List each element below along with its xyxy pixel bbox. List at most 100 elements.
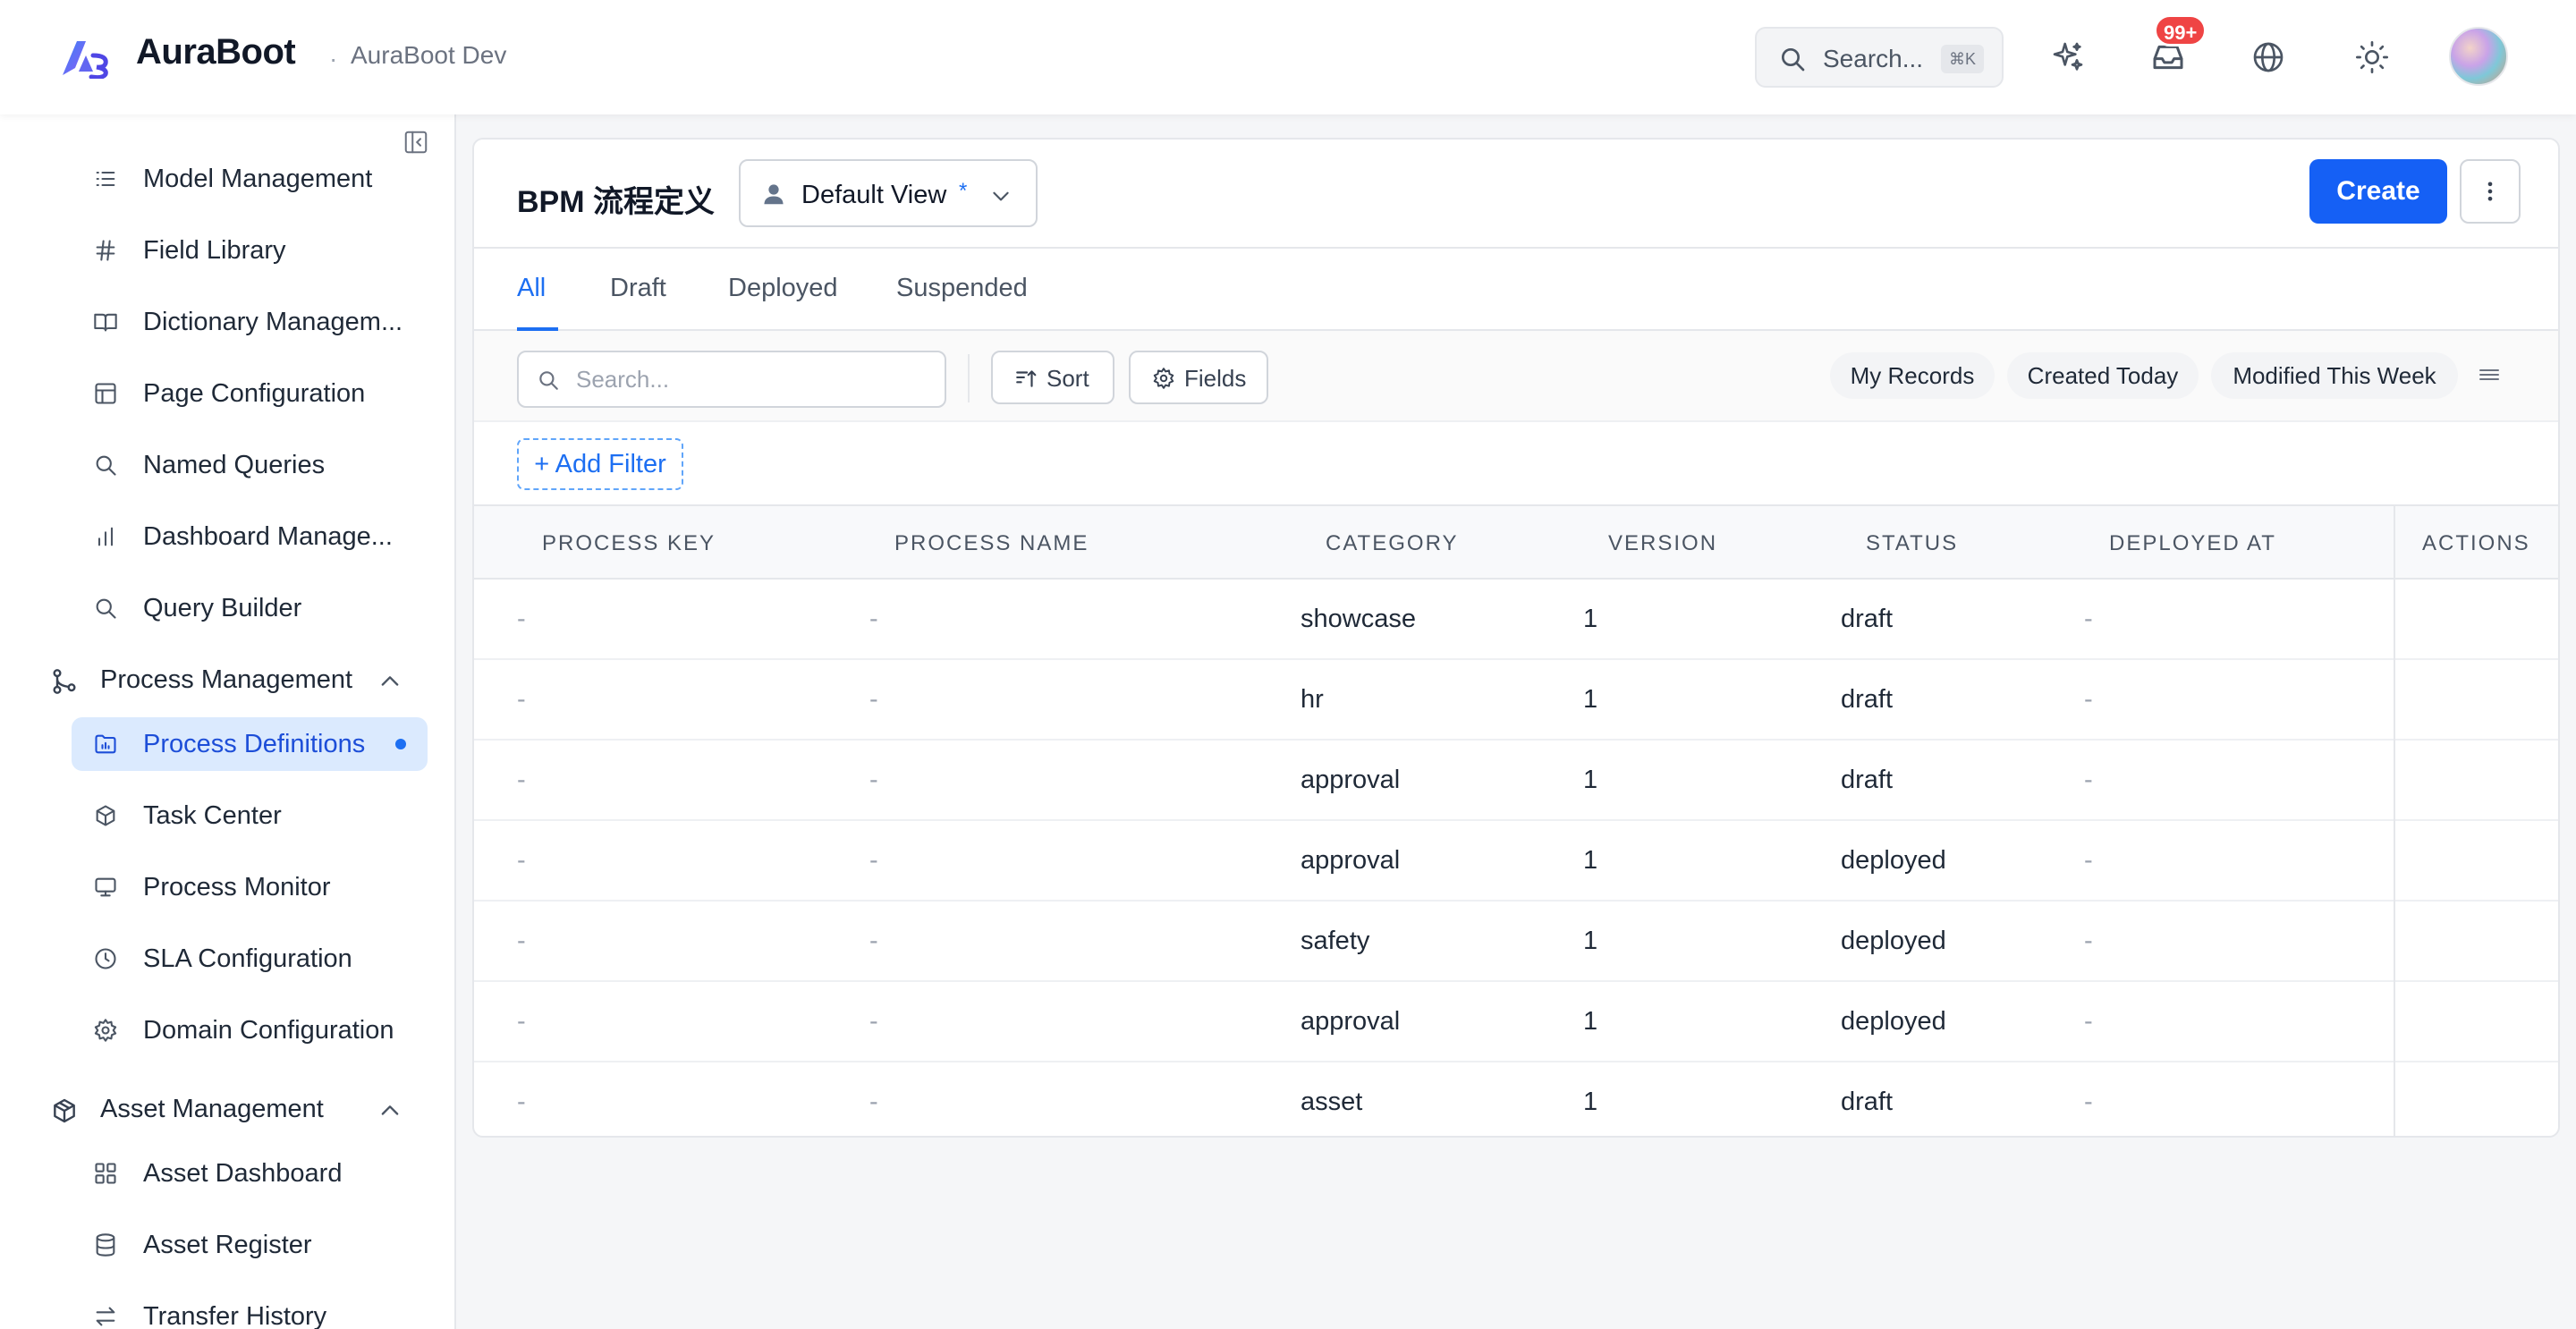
create-button[interactable]: Create (2309, 159, 2447, 224)
column-header-process-key[interactable]: PROCESS KEY (542, 531, 716, 556)
sidebar-group-asset-management[interactable]: Asset Management (47, 1082, 428, 1136)
column-header-actions: ACTIONS (2422, 531, 2530, 555)
table-row[interactable]: - - safety 1 deployed - (474, 902, 2558, 982)
cell-deployed-at: - (2084, 766, 2093, 794)
sidebar-item-process-definitions[interactable]: Process Definitions (72, 717, 428, 771)
more-actions-button[interactable] (2460, 159, 2521, 224)
cell-process-key: - (517, 846, 526, 875)
sidebar-item-dictionary-management[interactable]: Dictionary Managem... (72, 295, 428, 349)
sidebar-item-model-management[interactable]: Model Management (72, 152, 428, 206)
sidebar: Model Management Field Library Dictionar… (0, 114, 456, 1329)
sort-button[interactable]: Sort (991, 351, 1114, 404)
page-title: BPM 流程定义 (517, 185, 715, 219)
grid-icon (95, 1163, 116, 1184)
sidebar-item-asset-register[interactable]: Asset Register (72, 1218, 428, 1272)
table-row[interactable]: - - approval 1 deployed - (474, 821, 2558, 902)
sidebar-item-label: Asset Register (143, 1231, 312, 1259)
cell-version: 1 (1583, 605, 1598, 633)
table-search[interactable] (517, 351, 946, 408)
cell-process-key: - (517, 605, 526, 633)
view-selector[interactable]: Default View * (739, 159, 1038, 227)
quick-filter-my-records[interactable]: My Records (1830, 352, 1995, 399)
sidebar-item-label: Process Definitions (143, 730, 366, 758)
quick-filter-created-today[interactable]: Created Today (2007, 352, 2199, 399)
cell-version: 1 (1583, 685, 1598, 714)
auraboot-logo-icon[interactable] (59, 36, 111, 79)
toolbar-divider (968, 354, 970, 402)
cell-process-key: - (517, 1088, 526, 1116)
clock-icon (95, 948, 116, 969)
cell-process-name: - (869, 1007, 878, 1036)
sidebar-item-domain-configuration[interactable]: Domain Configuration (72, 1003, 428, 1057)
search-icon (96, 455, 116, 476)
column-header-status[interactable]: STATUS (1866, 531, 1958, 556)
sidebar-item-page-configuration[interactable]: Page Configuration (72, 367, 428, 420)
sidebar-item-dashboard-management[interactable]: Dashboard Manage... (72, 510, 428, 563)
gear-icon (94, 1019, 117, 1042)
sun-icon[interactable] (2354, 39, 2390, 75)
table-row[interactable]: - - approval 1 draft - (474, 741, 2558, 821)
cell-deployed-at: - (2084, 605, 2093, 633)
menu-lines-icon[interactable] (2476, 361, 2503, 388)
sidebar-item-transfer-history[interactable]: Transfer History (72, 1290, 428, 1329)
cell-process-name: - (869, 685, 878, 714)
global-search[interactable]: Search... ⌘K (1755, 27, 2004, 88)
cell-category: approval (1301, 1007, 1401, 1036)
user-avatar[interactable] (2449, 27, 2508, 86)
active-indicator (395, 739, 406, 749)
cell-process-key: - (517, 685, 526, 714)
table-toolbar: Sort Fields My Records Created Today Mod… (474, 331, 2558, 420)
folder-chart-icon (95, 734, 116, 754)
column-header-process-name[interactable]: PROCESS NAME (894, 531, 1089, 556)
cell-status: deployed (1841, 927, 1946, 955)
tab-all[interactable]: All (517, 249, 558, 331)
quick-filter-modified-this-week[interactable]: Modified This Week (2211, 352, 2458, 399)
column-header-deployed-at[interactable]: DEPLOYED AT (2109, 531, 2276, 556)
sidebar-item-sla-configuration[interactable]: SLA Configuration (72, 932, 428, 986)
tab-draft[interactable]: Draft (610, 249, 666, 331)
tab-deployed[interactable]: Deployed (728, 249, 838, 331)
cell-process-key: - (517, 1007, 526, 1036)
globe-icon[interactable] (2250, 39, 2286, 75)
column-header-version[interactable]: VERSION (1608, 531, 1717, 556)
cell-category: approval (1301, 846, 1401, 875)
gear-icon (1153, 368, 1174, 389)
table-row[interactable]: - - asset 1 draft - (474, 1062, 2558, 1136)
filter-bar: + Add Filter (474, 420, 2558, 504)
cell-status: draft (1841, 766, 1894, 794)
sidebar-item-process-monitor[interactable]: Process Monitor (72, 860, 428, 914)
add-filter-button[interactable]: + Add Filter (517, 438, 683, 490)
fields-label: Fields (1184, 365, 1247, 392)
tab-suspended[interactable]: Suspended (896, 249, 1028, 331)
table-row[interactable]: - - showcase 1 draft - (474, 580, 2558, 660)
monitor-icon (95, 877, 116, 897)
sidebar-item-field-library[interactable]: Field Library (72, 224, 428, 277)
cell-deployed-at: - (2084, 846, 2093, 875)
sidebar-item-query-builder[interactable]: Query Builder (72, 581, 428, 635)
column-header-category[interactable]: CATEGORY (1326, 531, 1458, 556)
sidebar-item-label: Transfer History (143, 1302, 327, 1329)
sidebar-item-label: Query Builder (143, 594, 302, 622)
cell-deployed-at: - (2084, 685, 2093, 714)
sidebar-group-process-management[interactable]: Process Management (47, 653, 428, 707)
sidebar-item-task-center[interactable]: Task Center (72, 789, 428, 842)
sort-icon (1016, 370, 1037, 387)
cell-category: showcase (1301, 605, 1416, 633)
cell-version: 1 (1583, 927, 1598, 955)
table-row[interactable]: - - hr 1 draft - (474, 660, 2558, 741)
table-row[interactable]: - - approval 1 deployed - (474, 982, 2558, 1062)
cell-version: 1 (1583, 766, 1598, 794)
sidebar-item-named-queries[interactable]: Named Queries (72, 438, 428, 492)
table-search-input[interactable] (576, 363, 934, 395)
sidebar-item-label: Page Configuration (143, 379, 366, 408)
top-header: AuraBoot · AuraBoot Dev Search... ⌘K 99+ (0, 0, 2576, 114)
fields-button[interactable]: Fields (1129, 351, 1268, 404)
cell-process-key: - (517, 927, 526, 955)
global-search-placeholder: Search... (1823, 45, 1924, 72)
ai-sparkles-icon[interactable] (2050, 39, 2086, 75)
cube-icon (96, 805, 115, 826)
sidebar-item-label: Dictionary Managem... (143, 308, 403, 336)
view-modified-marker: * (959, 179, 968, 203)
sidebar-group-label: Process Management (100, 665, 353, 694)
sidebar-item-asset-dashboard[interactable]: Asset Dashboard (72, 1147, 428, 1200)
